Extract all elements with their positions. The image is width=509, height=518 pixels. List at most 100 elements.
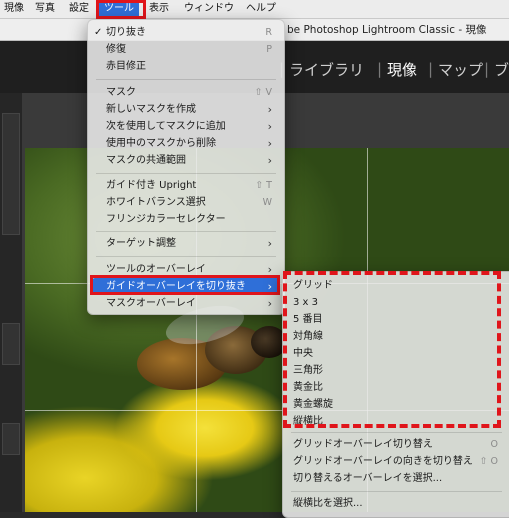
menu-item-intersect-mask[interactable]: マスクの共通範囲 › (88, 152, 284, 169)
menu-item-label: フリンジカラーセレクター (106, 214, 226, 225)
menu-item-label: 修復 (106, 44, 126, 55)
overlay-option-diagonal[interactable]: 対角線 (283, 328, 509, 345)
menu-separator (96, 173, 276, 174)
menu-item-label: 黄金螺旋 (293, 399, 333, 410)
menu-separator (291, 491, 502, 492)
menu-item-crop[interactable]: ✓ 切り抜き R (88, 24, 284, 41)
shortcut-label: ⇧ T (255, 180, 272, 191)
menu-item-label: 新しいマスクを作成 (106, 104, 196, 115)
menu-tools[interactable]: ツール (99, 0, 139, 18)
overlay-option-golden-spiral[interactable]: 黄金螺旋 (283, 396, 509, 413)
menu-item-crop-guide-overlay[interactable]: ガイドオーバーレイを切り抜き › (92, 278, 280, 295)
menu-item-heal[interactable]: 修復 P (88, 41, 284, 58)
panel-section (2, 423, 20, 455)
menu-item-subtract-mask[interactable]: 使用中のマスクから削除 › (88, 135, 284, 152)
menu-item-toggle-orientation[interactable]: グリッドオーバーレイの向きを切り替え ⇧ O (283, 453, 509, 470)
menu-item-label: 使用中のマスクから削除 (106, 138, 216, 149)
menu-item-label: グリッドオーバーレイの向きを切り替え (293, 456, 473, 467)
shortcut-label: O (490, 439, 498, 450)
chevron-right-icon: › (267, 263, 272, 276)
menu-item-label: グリッドオーバーレイ切り替え (293, 439, 433, 450)
shortcut-label: ⇧ V (254, 87, 272, 98)
menu-item-label: マスク (106, 87, 136, 98)
chevron-right-icon: › (267, 280, 272, 293)
menu-item-label: 中央 (293, 348, 313, 359)
menu-item-label: 3 x 3 (293, 297, 318, 308)
overlay-option-golden-ratio[interactable]: 黄金比 (283, 379, 509, 396)
menu-separator (96, 256, 276, 257)
module-develop[interactable]: 現像 (387, 59, 417, 80)
module-separator: | (428, 60, 434, 78)
chevron-right-icon: › (267, 137, 272, 150)
menu-separator (291, 432, 502, 433)
crop-guide-overlay-submenu: グリッド 3 x 3 5 番目 対角線 中央 三角形 黄金比 黄金螺旋 縦横比 … (282, 271, 509, 518)
menu-separator (96, 231, 276, 232)
menu-item-white-balance[interactable]: ホワイトバランス選択 W (88, 194, 284, 211)
menu-item-choose-aspect[interactable]: 縦横比を選択... (283, 495, 509, 512)
menu-item-label: 三角形 (293, 365, 323, 376)
menu-item-choose-overlays[interactable]: 切り替えるオーバーレイを選択... (283, 470, 509, 487)
menu-item-label: 縦横比 (293, 416, 323, 427)
menu-item-label: グリッド (293, 280, 333, 291)
module-separator: | (377, 60, 383, 78)
overlay-option-fifth[interactable]: 5 番目 (283, 311, 509, 328)
menu-item-add-to-mask[interactable]: 次を使用してマスクに追加 › (88, 118, 284, 135)
module-separator: | (484, 60, 490, 78)
menu-settings[interactable]: 設定 (69, 0, 89, 18)
menu-item-red-eye[interactable]: 赤目修正 (88, 58, 284, 75)
menu-item-mask-overlay[interactable]: マスクオーバーレイ › (88, 295, 284, 312)
checkmark-icon: ✓ (94, 27, 103, 38)
module-library[interactable]: ライブラリ (289, 59, 364, 80)
menu-view[interactable]: 表示 (149, 0, 169, 18)
menu-item-toggle-overlay[interactable]: グリッドオーバーレイ切り替え O (283, 436, 509, 453)
menu-item-label: ガイド付き Upright (106, 180, 197, 191)
menu-develop[interactable]: 現像 (4, 0, 24, 18)
menu-item-label: 切り抜き (106, 27, 146, 38)
overlay-option-grid[interactable]: グリッド (283, 277, 509, 294)
module-map[interactable]: マップ (438, 59, 483, 80)
menu-item-mask[interactable]: マスク ⇧ V (88, 84, 284, 101)
menu-item-tool-overlay[interactable]: ツールのオーバーレイ › (88, 261, 284, 278)
chevron-right-icon: › (267, 103, 272, 116)
menu-window[interactable]: ウィンドウ (184, 0, 234, 18)
overlay-option-triangle[interactable]: 三角形 (283, 362, 509, 379)
chevron-right-icon: › (267, 120, 272, 133)
menu-separator (96, 79, 276, 80)
menu-bar: 現像 写真 設定 ツール 表示 ウィンドウ ヘルプ (0, 0, 509, 19)
menu-item-label: ガイドオーバーレイを切り抜き (106, 281, 246, 292)
overlay-option-thirds[interactable]: 3 x 3 (283, 294, 509, 311)
navigator-preview (2, 113, 20, 235)
menu-item-label: 対角線 (293, 331, 323, 342)
menu-photo[interactable]: 写真 (35, 0, 55, 18)
menu-item-label: 赤目修正 (106, 61, 146, 72)
chevron-right-icon: › (267, 237, 272, 250)
left-panel (0, 93, 23, 512)
menu-item-guided-upright[interactable]: ガイド付き Upright ⇧ T (88, 177, 284, 194)
shortcut-label: R (265, 27, 272, 38)
shortcut-label: P (266, 44, 272, 55)
menu-item-label: 次を使用してマスクに追加 (106, 121, 226, 132)
module-book[interactable]: ブ (494, 59, 509, 80)
menu-item-label: ホワイトバランス選択 (106, 197, 206, 208)
menu-item-fringe-selector[interactable]: フリンジカラーセレクター (88, 211, 284, 228)
menu-item-label: ターゲット調整 (106, 238, 176, 249)
chevron-right-icon: › (267, 297, 272, 310)
menu-item-new-mask[interactable]: 新しいマスクを作成 › (88, 101, 284, 118)
menu-item-label: 5 番目 (293, 314, 323, 325)
shortcut-label: ⇧ O (479, 456, 498, 467)
menu-item-label: 縦横比を選択... (293, 498, 363, 509)
menu-item-target-adjust[interactable]: ターゲット調整 › (88, 235, 284, 252)
chevron-right-icon: › (267, 154, 272, 167)
menu-item-label: マスクオーバーレイ (106, 298, 196, 309)
menu-item-label: マスクの共通範囲 (106, 155, 186, 166)
shortcut-label: W (262, 197, 272, 208)
overlay-option-aspect-ratio[interactable]: 縦横比 (283, 413, 509, 430)
menu-item-label: ツールのオーバーレイ (106, 264, 206, 275)
window-title: be Photoshop Lightroom Classic - 現像 (287, 24, 487, 36)
menu-help[interactable]: ヘルプ (246, 0, 276, 18)
menu-item-label: 黄金比 (293, 382, 323, 393)
tools-menu: ✓ 切り抜き R 修復 P 赤目修正 マスク ⇧ V 新しいマスクを作成 › 次… (87, 19, 285, 315)
overlay-option-center[interactable]: 中央 (283, 345, 509, 362)
panel-section (2, 323, 20, 365)
menu-item-label: 切り替えるオーバーレイを選択... (293, 473, 443, 484)
